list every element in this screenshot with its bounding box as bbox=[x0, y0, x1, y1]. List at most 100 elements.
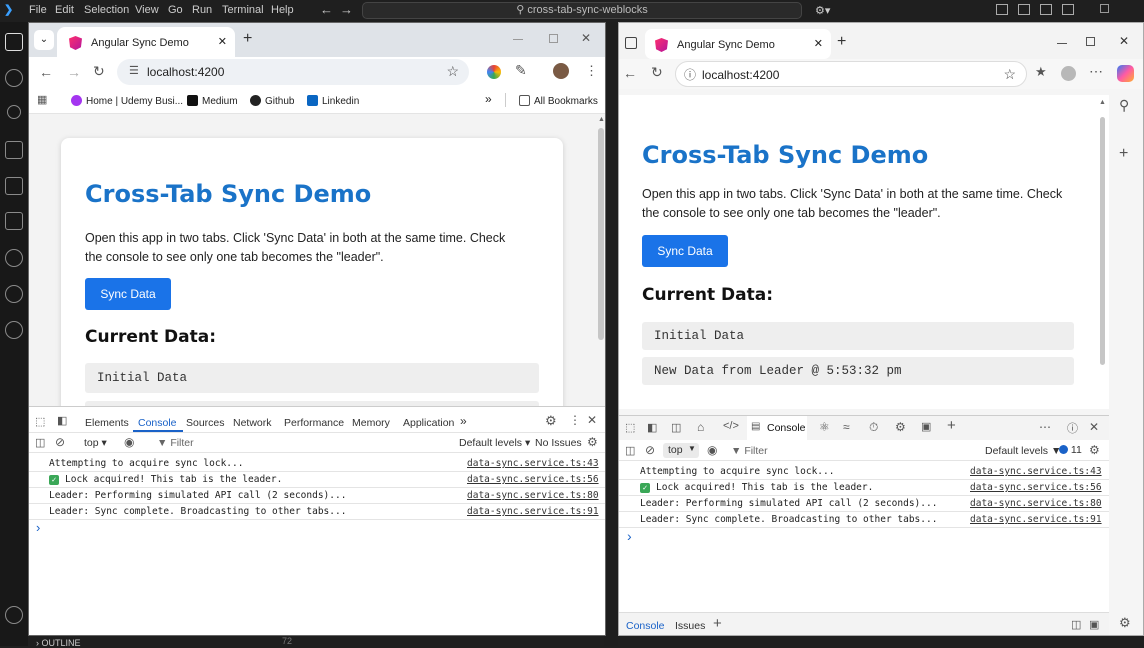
explorer-icon[interactable] bbox=[5, 33, 23, 51]
minimize-icon[interactable] bbox=[1057, 43, 1067, 44]
close-tab-icon[interactable]: ✕ bbox=[814, 37, 823, 50]
application-icon[interactable]: ▣ bbox=[921, 420, 931, 433]
restore-window-icon[interactable] bbox=[1100, 4, 1109, 13]
site-info-icon[interactable]: ☰ bbox=[129, 64, 139, 77]
menu-go[interactable]: Go bbox=[168, 4, 183, 16]
settings-gear-icon[interactable]: ⚙ bbox=[545, 413, 557, 429]
menu-run[interactable]: Run bbox=[192, 4, 212, 16]
close-tab-icon[interactable]: ✕ bbox=[218, 35, 227, 48]
inspect-element-icon[interactable]: ⬚ bbox=[625, 421, 635, 434]
timeline-icon[interactable] bbox=[5, 249, 23, 267]
favorite-star-icon[interactable]: ☆ bbox=[1003, 66, 1016, 83]
profile-avatar[interactable] bbox=[553, 63, 569, 79]
profile-avatar[interactable] bbox=[1061, 66, 1076, 81]
customize-layout-icon[interactable] bbox=[1062, 4, 1074, 15]
favorites-icon[interactable]: ★ bbox=[1035, 64, 1047, 80]
back-arrow-icon[interactable]: ← bbox=[320, 2, 333, 17]
forward-arrow-icon[interactable]: → bbox=[340, 2, 353, 17]
maximize-icon[interactable] bbox=[549, 34, 558, 43]
elements-code-icon[interactable]: </> bbox=[723, 420, 739, 432]
all-bookmarks-button[interactable]: All Bookmarks bbox=[519, 95, 598, 107]
extension-color-icon[interactable] bbox=[487, 65, 501, 79]
toggle-panel-icon[interactable] bbox=[1018, 4, 1030, 15]
console-filter[interactable]: ▼ Filter bbox=[731, 445, 768, 457]
welcome-home-icon[interactable]: ⌂ bbox=[697, 420, 704, 434]
close-devtools-icon[interactable]: ✕ bbox=[1089, 420, 1099, 434]
more-tabs-icon[interactable]: » bbox=[460, 414, 467, 428]
new-tab-button[interactable]: + bbox=[837, 33, 846, 51]
sync-data-button[interactable]: Sync Data bbox=[85, 278, 171, 310]
sources-bug-icon[interactable]: ⚛ bbox=[819, 420, 830, 434]
run-debug-icon[interactable] bbox=[5, 141, 23, 159]
menu-file[interactable]: File bbox=[29, 4, 47, 16]
bookmark-linkedin[interactable]: Linkedin bbox=[307, 95, 359, 107]
log-source-link[interactable]: data-sync.service.ts:80 bbox=[970, 498, 1102, 509]
devtools-tab-console[interactable]: Console bbox=[138, 417, 177, 429]
chrome-tab-active[interactable]: Angular Sync Demo ✕ bbox=[57, 27, 235, 57]
chrome-menu-icon[interactable]: ⋮ bbox=[585, 63, 598, 79]
devtools-tab-application[interactable]: Application bbox=[403, 417, 454, 429]
log-source-link[interactable]: data-sync.service.ts:43 bbox=[970, 466, 1102, 477]
performance-icon[interactable]: ⏱ bbox=[869, 420, 878, 435]
maximize-icon[interactable] bbox=[1086, 37, 1095, 46]
add-sidebar-app-icon[interactable]: + bbox=[1119, 145, 1128, 163]
menu-edit[interactable]: Edit bbox=[55, 4, 74, 16]
edge-address-bar[interactable]: ⓘ localhost:4200 ☆ bbox=[675, 61, 1027, 87]
page-scrollbar[interactable] bbox=[598, 128, 604, 340]
new-tab-button[interactable]: + bbox=[243, 30, 252, 48]
devtools-more-icon[interactable]: ⋯ bbox=[1039, 420, 1051, 434]
log-source-link[interactable]: data-sync.service.ts:80 bbox=[467, 490, 599, 501]
log-source-link[interactable]: data-sync.service.ts:91 bbox=[467, 506, 599, 517]
context-selector[interactable]: top ▼ bbox=[663, 443, 699, 458]
copilot-icon[interactable] bbox=[1117, 65, 1134, 82]
bookmark-github[interactable]: Github bbox=[250, 95, 294, 107]
search-icon[interactable]: ⚲ bbox=[1119, 97, 1129, 114]
more-tools-plus-icon[interactable]: + bbox=[947, 417, 956, 434]
device-emulation-icon[interactable]: ◧ bbox=[647, 421, 657, 434]
outline-section[interactable]: › OUTLINE bbox=[36, 638, 81, 648]
devtools-menu-icon[interactable]: ⋮ bbox=[569, 413, 581, 427]
search-icon[interactable] bbox=[5, 69, 23, 87]
clear-console-icon[interactable]: ⊘ bbox=[645, 443, 655, 457]
console-settings-icon[interactable]: ⚙ bbox=[1089, 443, 1100, 457]
issue-counter[interactable]: 11 bbox=[1059, 444, 1082, 456]
add-drawer-tab-icon[interactable]: + bbox=[713, 615, 722, 632]
toggle-panel-icon[interactable]: ◫ bbox=[671, 421, 681, 434]
console-prompt[interactable]: › bbox=[36, 520, 40, 535]
forward-icon[interactable]: → bbox=[67, 64, 81, 80]
log-source-link[interactable]: data-sync.service.ts:43 bbox=[467, 458, 599, 469]
command-center-search[interactable]: ⚲ cross-tab-sync-weblocks bbox=[362, 2, 802, 19]
device-toolbar-icon[interactable]: ◧ bbox=[57, 414, 67, 427]
network-wifi-icon[interactable]: ≈ bbox=[843, 420, 850, 434]
sidebar-settings-icon[interactable]: ⚙ bbox=[1119, 615, 1131, 631]
toggle-sidebar-icon[interactable] bbox=[996, 4, 1008, 15]
edge-tab-active[interactable]: Angular Sync Demo ✕ bbox=[645, 29, 831, 59]
context-selector[interactable]: top ▾ bbox=[84, 437, 107, 449]
extensions-puzzle-icon[interactable]: ✎ bbox=[515, 62, 527, 79]
log-source-link[interactable]: data-sync.service.ts:91 bbox=[970, 514, 1102, 525]
toggle-secondary-sidebar-icon[interactable] bbox=[1040, 4, 1052, 15]
account-icon[interactable] bbox=[5, 606, 23, 624]
close-devtools-icon[interactable]: ✕ bbox=[587, 413, 597, 427]
clear-console-icon[interactable]: ⊘ bbox=[55, 435, 65, 449]
menu-selection[interactable]: Selection bbox=[84, 4, 129, 16]
apps-grid-icon[interactable]: ▦ bbox=[37, 93, 47, 106]
back-icon[interactable]: ← bbox=[623, 65, 637, 81]
workspaces-icon[interactable] bbox=[625, 37, 637, 49]
log-levels-dropdown[interactable]: Default levels ▼ bbox=[985, 445, 1061, 457]
menu-terminal[interactable]: Terminal bbox=[222, 4, 264, 16]
minimize-icon[interactable] bbox=[513, 39, 523, 40]
console-filter[interactable]: ▼ Filter bbox=[157, 437, 194, 449]
issues-counter[interactable]: No Issues bbox=[535, 437, 582, 449]
console-settings-icon[interactable]: ⚙ bbox=[587, 435, 598, 449]
console-prompt[interactable]: › bbox=[627, 528, 632, 544]
extensions-icon[interactable] bbox=[5, 212, 23, 230]
sidebar-toggle-icon[interactable]: ◫ bbox=[625, 444, 635, 457]
menu-help[interactable]: Help bbox=[271, 4, 294, 16]
log-source-link[interactable]: data-sync.service.ts:56 bbox=[467, 474, 599, 485]
drawer-dock-icon[interactable]: ◫ bbox=[1071, 618, 1081, 631]
reload-icon[interactable]: ↻ bbox=[93, 63, 105, 80]
devtools-tab-performance[interactable]: Performance bbox=[284, 417, 344, 429]
github-icon[interactable] bbox=[5, 321, 23, 339]
remote-explorer-icon[interactable] bbox=[5, 177, 23, 195]
